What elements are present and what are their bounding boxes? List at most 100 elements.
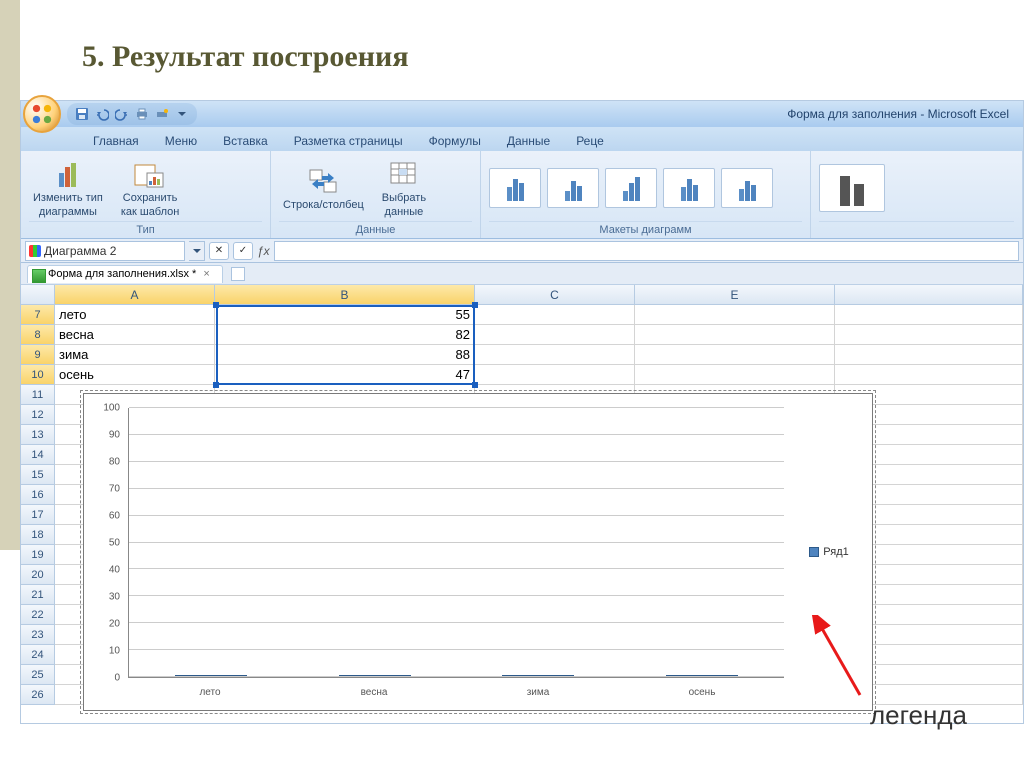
name-box-dropdown[interactable] [189,241,205,261]
undo-icon[interactable] [95,107,109,121]
save-as-template-button[interactable]: Сохранить как шаблон [117,156,184,220]
row-header[interactable]: 15 [21,465,55,485]
quick-access-toolbar [67,103,197,125]
row-header[interactable]: 10 [21,365,55,385]
redo-icon[interactable] [115,107,129,121]
row-header[interactable]: 19 [21,545,55,565]
cell[interactable] [475,365,635,385]
row-header[interactable]: 14 [21,445,55,465]
quick-print-icon[interactable] [155,107,169,121]
tab-menu[interactable]: Меню [153,130,209,151]
cell[interactable] [475,305,635,325]
tab-page-layout[interactable]: Разметка страницы [282,130,415,151]
gridline [129,515,784,516]
row-header[interactable]: 13 [21,425,55,445]
cell[interactable] [635,325,835,345]
selection-handle[interactable] [472,382,478,388]
col-header-blank[interactable] [835,285,1023,305]
selection-handle[interactable] [213,302,219,308]
select-data-button[interactable]: Выбрать данные [378,156,430,220]
workbook-tab[interactable]: Форма для заполнения.xlsx * × [27,265,223,283]
select-all-corner[interactable] [21,285,55,305]
row-header[interactable]: 7 [21,305,55,325]
cell[interactable]: зима [55,345,215,365]
tab-review[interactable]: Реце [564,130,616,151]
cell[interactable]: 55 [215,305,475,325]
cell[interactable] [475,345,635,365]
cell[interactable]: 47 [215,365,475,385]
cell[interactable] [835,305,1023,325]
cancel-formula-button[interactable]: ✕ [209,242,229,260]
cell[interactable] [635,305,835,325]
row-header[interactable]: 23 [21,625,55,645]
row-header[interactable]: 21 [21,585,55,605]
row-header[interactable]: 9 [21,345,55,365]
ribbon-group-data-label: Данные [279,221,472,236]
col-header-C[interactable]: C [475,285,635,305]
switch-row-column-button[interactable]: Строка/столбец [279,163,368,213]
ribbon: Изменить тип диаграммы Сохранить как шаб… [21,151,1023,239]
enter-formula-button[interactable]: ✓ [233,242,253,260]
table-row: 10осень47 [21,365,1023,385]
cell[interactable] [635,365,835,385]
gridline [129,407,784,408]
chart-layout-3[interactable] [605,168,657,208]
row-header[interactable]: 20 [21,565,55,585]
chart-layout-4[interactable] [663,168,715,208]
ribbon-group-type: Изменить тип диаграммы Сохранить как шаб… [21,151,271,238]
col-header-B[interactable]: B [215,285,475,305]
cell[interactable]: 88 [215,345,475,365]
cell[interactable]: лето [55,305,215,325]
qat-more-icon[interactable] [175,107,189,121]
row-header[interactable]: 24 [21,645,55,665]
row-header[interactable]: 18 [21,525,55,545]
save-template-label1: Сохранить [123,192,178,204]
y-tick-label: 30 [109,592,120,603]
chart-object[interactable]: 0102030405060708090100 летовесназимаосен… [83,393,873,711]
workbook-close-icon[interactable]: × [199,268,213,280]
save-icon[interactable] [75,107,89,121]
row-header[interactable]: 25 [21,665,55,685]
chart-plot-area[interactable]: 0102030405060708090100 летовесназимаосен… [92,402,794,702]
row-header[interactable]: 8 [21,325,55,345]
cell[interactable] [835,325,1023,345]
new-sheet-icon[interactable] [231,267,245,281]
selection-handle[interactable] [213,382,219,388]
chart-layouts-gallery[interactable] [489,168,789,208]
row-header[interactable]: 12 [21,405,55,425]
selection-handle[interactable] [472,302,478,308]
office-logo-icon [31,103,53,125]
tab-insert[interactable]: Вставка [211,130,280,151]
cell[interactable]: весна [55,325,215,345]
chart-layout-2[interactable] [547,168,599,208]
col-header-E[interactable]: E [635,285,835,305]
row-header[interactable]: 17 [21,505,55,525]
chart-layout-1[interactable] [489,168,541,208]
cell[interactable] [635,345,835,365]
row-header[interactable]: 26 [21,685,55,705]
col-header-A[interactable]: A [55,285,215,305]
cell[interactable] [835,365,1023,385]
cell[interactable] [835,345,1023,365]
ribbon-group-layouts-label: Макеты диаграмм [489,221,802,236]
change-chart-type-button[interactable]: Изменить тип диаграммы [29,156,107,220]
chart-layout-5[interactable] [721,168,773,208]
ribbon-group-type-label: Тип [29,221,262,236]
row-header[interactable]: 16 [21,485,55,505]
office-button[interactable] [23,95,61,133]
row-header[interactable]: 11 [21,385,55,405]
tab-formulas[interactable]: Формулы [417,130,493,151]
row-header[interactable]: 22 [21,605,55,625]
spreadsheet-grid[interactable]: A B C E 7лето558весна829зима8810осень471… [21,285,1023,723]
cell[interactable]: 82 [215,325,475,345]
switch-rowcol-icon [306,165,340,197]
tab-data[interactable]: Данные [495,130,562,151]
print-icon[interactable] [135,107,149,121]
chart-style-1[interactable] [819,164,885,212]
name-box[interactable]: Диаграмма 2 [25,241,185,261]
cell[interactable] [475,325,635,345]
switch-rowcol-label: Строка/столбец [283,199,364,211]
tab-home[interactable]: Главная [81,130,151,151]
formula-input[interactable] [274,241,1019,261]
cell[interactable]: осень [55,365,215,385]
